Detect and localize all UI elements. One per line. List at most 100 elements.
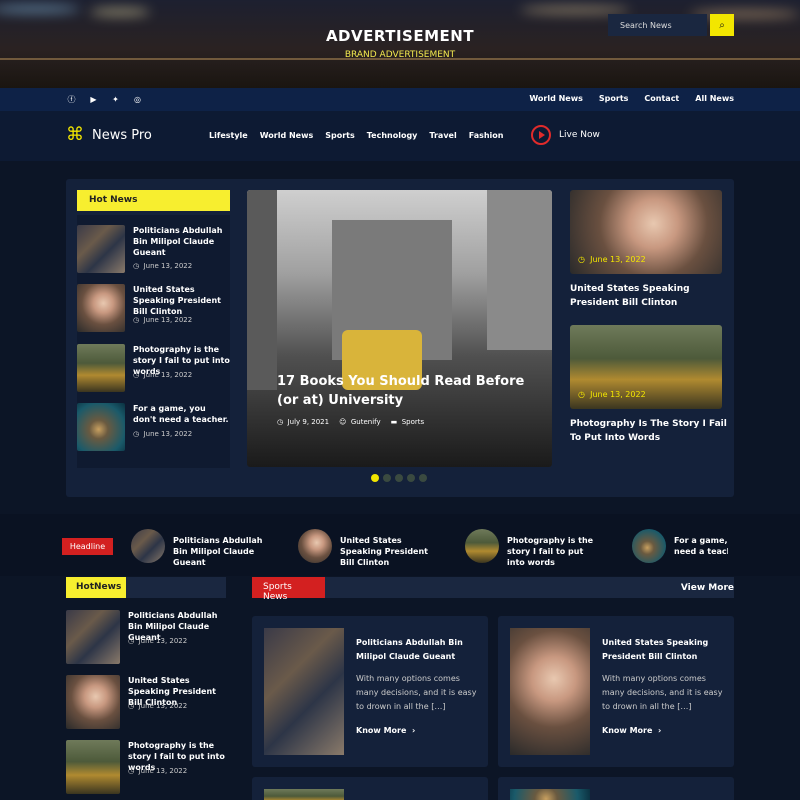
slider-dot[interactable]	[395, 474, 403, 482]
sports-card-title[interactable]: United States Speaking President Bill Cl…	[602, 636, 726, 664]
news-thumbnail	[66, 675, 120, 729]
instagram-icon[interactable]: ◎	[132, 94, 143, 105]
ticker-item[interactable]: United States Speaking President Bill Cl…	[298, 529, 438, 567]
sports-card[interactable]: United States Speaking President Bill Cl…	[498, 616, 734, 767]
main-header: ⌘ News Pro Lifestyle World News Sports T…	[0, 111, 800, 161]
list-item[interactable]: Photography is the story I fail to put i…	[66, 740, 226, 794]
top-links: World News Sports Contact All News	[529, 94, 734, 103]
slider-dots	[371, 474, 427, 482]
news-date: ◷ June 13, 2022	[128, 637, 188, 645]
news-thumbnail	[66, 610, 120, 664]
sports-card-excerpt: With many options comes many decisions, …	[602, 674, 723, 711]
slider-dot[interactable]	[383, 474, 391, 482]
sports-card-excerpt: With many options comes many decisions, …	[356, 674, 477, 711]
live-now-label: Live Now	[559, 130, 600, 140]
featured-meta: ◷ July 9, 2021 ☺ Gutenify ▬ Sports	[277, 418, 424, 426]
nav-technology[interactable]: Technology	[367, 131, 418, 140]
news-date: ◷ June 13, 2022	[128, 702, 188, 710]
top-link-sports[interactable]: Sports	[599, 94, 629, 103]
nav-sports[interactable]: Sports	[325, 131, 355, 140]
featured-title[interactable]: 17 Books You Should Read Before (or at) …	[277, 372, 537, 410]
ad-subtitle: BRAND ADVERTISEMENT	[344, 50, 456, 60]
sports-card-image	[264, 789, 344, 800]
top-bar: ⓕ ▶ ✦ ◎ World News Sports Contact All Ne…	[0, 88, 800, 111]
category-meta[interactable]: ▬ Sports	[391, 418, 425, 426]
news-date: ◷ June 13, 2022	[133, 316, 193, 324]
ticker-title: United States Speaking President Bill Cl…	[340, 536, 428, 567]
news-thumbnail	[77, 344, 125, 392]
command-icon: ⌘	[66, 124, 84, 145]
list-item[interactable]: United States Speaking President Bill Cl…	[77, 284, 230, 334]
ticker-item[interactable]: Photography is the story I fail to put i…	[465, 529, 605, 567]
top-link-all-news[interactable]: All News	[695, 94, 734, 103]
site-logo[interactable]: ⌘ News Pro	[66, 126, 152, 144]
side-card-date: ◷ June 13, 2022	[578, 255, 646, 264]
date-meta: ◷ July 9, 2021	[277, 418, 330, 426]
news-thumbnail	[77, 225, 125, 273]
top-link-world-news[interactable]: World News	[529, 94, 583, 103]
news-thumbnail	[77, 284, 125, 332]
list-item[interactable]: For a game, you don't need a teacher. ◷ …	[77, 403, 230, 453]
avatar	[632, 529, 666, 563]
sports-label: Sports News	[252, 577, 325, 602]
ticker-item[interactable]: Politicians Abdullah Bin Milipol Claude …	[131, 529, 271, 567]
banner-light	[0, 5, 80, 13]
news-date: ◷ June 13, 2022	[133, 371, 193, 379]
view-more-link[interactable]: View More	[681, 583, 734, 593]
list-item[interactable]: Photography is the story I fail to put i…	[77, 344, 230, 394]
facebook-icon[interactable]: ⓕ	[66, 94, 77, 105]
nav-lifestyle[interactable]: Lifestyle	[209, 131, 248, 140]
chevron-right-icon: ›	[411, 726, 416, 735]
sports-card-title[interactable]: Politicians Abdullah Bin Milipol Claude …	[356, 636, 480, 664]
news-date: ◷ June 13, 2022	[133, 430, 193, 438]
play-icon	[531, 125, 551, 145]
featured-slide[interactable]: 17 Books You Should Read Before (or at) …	[247, 190, 552, 467]
banner-light	[520, 6, 630, 14]
slider-dot[interactable]	[371, 474, 379, 482]
know-more-link[interactable]: Know More ›	[356, 726, 415, 735]
avatar	[298, 529, 332, 563]
nav-travel[interactable]: Travel	[429, 131, 456, 140]
news-title: United States Speaking President Bill Cl…	[133, 285, 221, 316]
building	[247, 190, 277, 390]
search-input[interactable]	[608, 14, 707, 36]
nav-world-news[interactable]: World News	[260, 131, 314, 140]
logo-text: News Pro	[92, 127, 152, 143]
avatar	[131, 529, 165, 563]
ticker-title: Photography is the story I fail to put i…	[507, 536, 594, 567]
list-item[interactable]: Politicians Abdullah Bin Milipol Claude …	[66, 610, 226, 664]
slider-dot[interactable]	[407, 474, 415, 482]
ticker-title: Politicians Abdullah Bin Milipol Claude …	[173, 536, 263, 567]
hotnews-label: HotNews	[66, 577, 126, 598]
side-card-date: ◷ June 13, 2022	[578, 390, 646, 399]
side-card-image[interactable]: ◷ June 13, 2022	[570, 190, 722, 274]
ticker-title: For a game, you don't need a teacher.	[674, 536, 728, 556]
author-meta[interactable]: ☺ Gutenify	[339, 418, 381, 426]
hot-news-list: Politicians Abdullah Bin Milipol Claude …	[77, 215, 230, 468]
chevron-right-icon: ›	[657, 726, 662, 735]
news-thumbnail	[66, 740, 120, 794]
sports-card[interactable]: Politicians Abdullah Bin Milipol Claude …	[252, 616, 488, 767]
banner-light	[90, 8, 150, 16]
youtube-icon[interactable]: ▶	[88, 94, 99, 105]
news-title: For a game, you don't need a teacher.	[133, 404, 229, 424]
news-date: ◷ June 13, 2022	[128, 767, 188, 775]
ticker-item[interactable]: For a game, you don't need a teacher.	[632, 529, 728, 563]
side-card-title[interactable]: Photography Is The Story I Fail To Put I…	[570, 417, 730, 445]
side-card-title[interactable]: United States Speaking President Bill Cl…	[570, 282, 730, 310]
slider-dot[interactable]	[419, 474, 427, 482]
list-item[interactable]: United States Speaking President Bill Cl…	[66, 675, 226, 729]
sports-card[interactable]	[252, 777, 488, 800]
top-link-contact[interactable]: Contact	[644, 94, 679, 103]
know-more-link[interactable]: Know More ›	[602, 726, 661, 735]
side-card-image[interactable]: ◷ June 13, 2022	[570, 325, 722, 409]
search-button[interactable]: ⌕	[710, 14, 734, 36]
twitter-icon[interactable]: ✦	[110, 94, 121, 105]
building	[487, 190, 552, 350]
nav-fashion[interactable]: Fashion	[469, 131, 504, 140]
sports-card[interactable]	[498, 777, 734, 800]
hot-news-label: Hot News	[77, 190, 230, 211]
social-links: ⓕ ▶ ✦ ◎	[66, 94, 143, 105]
list-item[interactable]: Politicians Abdullah Bin Milipol Claude …	[77, 225, 230, 275]
live-now-button[interactable]: Live Now	[531, 125, 600, 145]
